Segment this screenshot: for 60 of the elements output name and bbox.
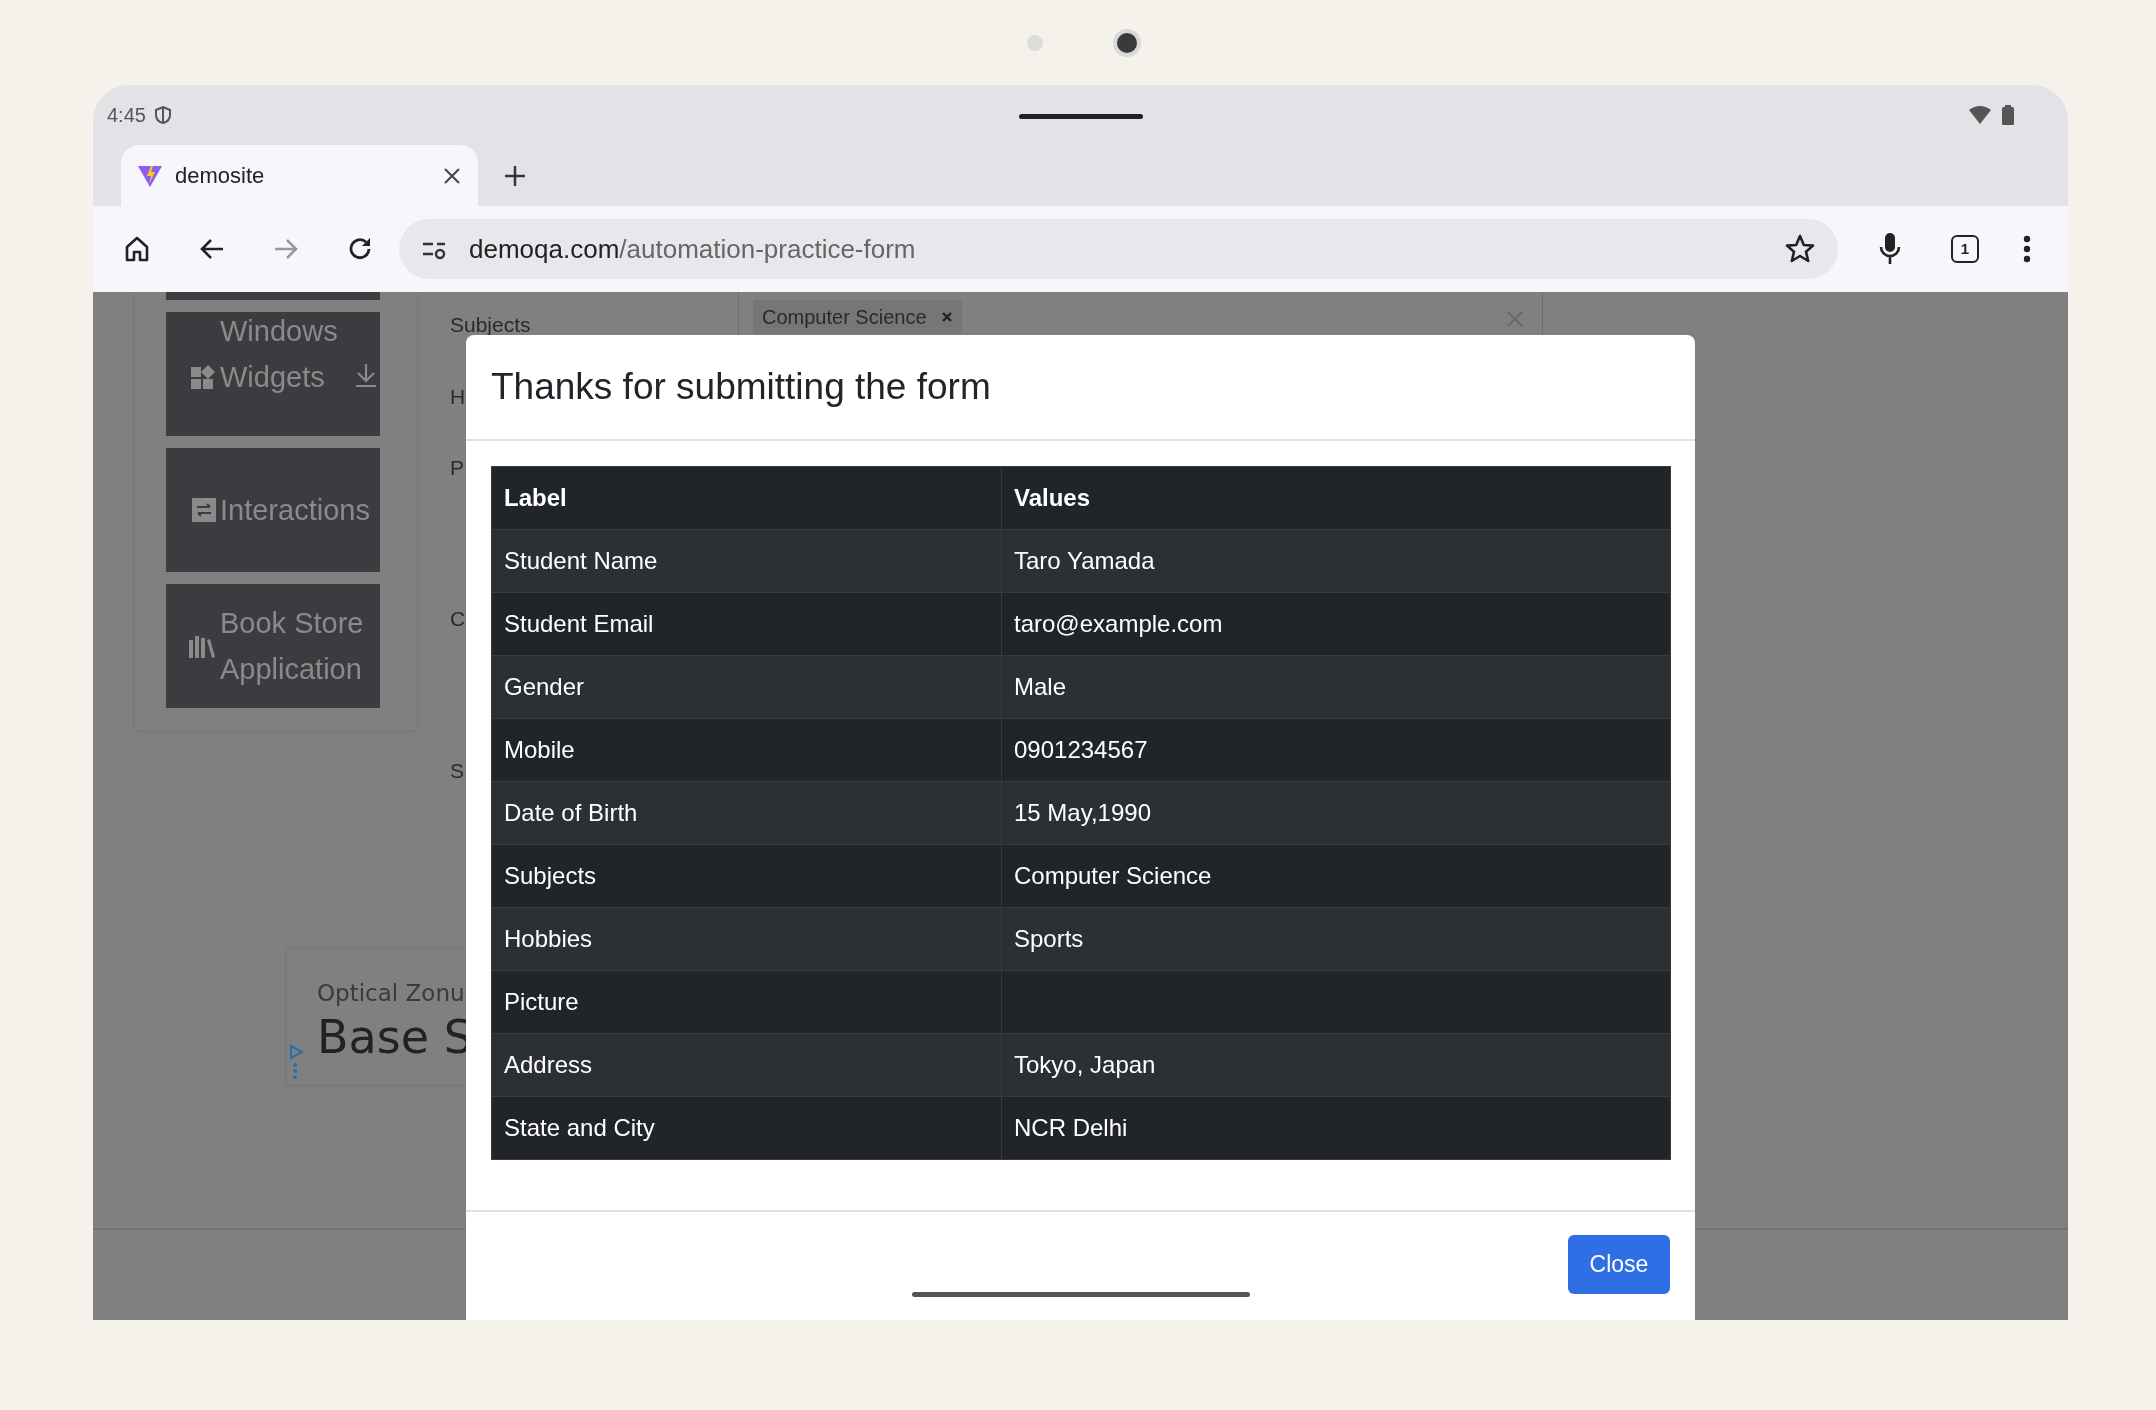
menu-label: Widgets [220, 360, 326, 395]
home-icon[interactable] [123, 235, 151, 263]
battery-icon [2002, 105, 2014, 125]
close-icon[interactable] [442, 165, 462, 186]
url-text: demoqa.com/automation-practice-form [469, 232, 916, 266]
table-cell: Gender [491, 655, 1002, 719]
column-header: Label [491, 466, 1002, 530]
download-icon [354, 362, 378, 388]
table-cell: Student Email [491, 592, 1002, 656]
table-cell: Sports [1001, 907, 1671, 971]
field-label: C [450, 605, 466, 632]
ad-advertiser: Optical Zonu [317, 979, 466, 1008]
books-icon [188, 634, 216, 658]
table-cell: Student Name [491, 529, 1002, 593]
table-cell: State and City [491, 1096, 1002, 1160]
remove-icon[interactable] [940, 311, 953, 323]
table-cell: Computer Science [1001, 844, 1671, 908]
sidebar-item[interactable]: Interactions [166, 448, 380, 572]
table-cell: Tokyo, Japan [1001, 1033, 1671, 1097]
menu-label: Interactions [220, 493, 370, 528]
camera-lens [1113, 28, 1141, 57]
modal-title: Thanks for submitting the form [491, 365, 991, 410]
sidebar-item[interactable]: Windows Widgets [166, 312, 380, 436]
browser-tab[interactable]: demosite [121, 145, 478, 206]
wifi-icon [1968, 105, 1992, 125]
table-cell: Mobile [491, 718, 1002, 782]
column-header: Values [1001, 466, 1671, 530]
menu-icon[interactable] [2023, 235, 2031, 263]
field-label: P [450, 455, 464, 481]
tag-label: Computer Science [762, 305, 927, 330]
table-cell: Hobbies [491, 907, 1002, 971]
table-cell: Taro Yamada [1001, 529, 1671, 593]
swap-icon [192, 498, 216, 522]
address-bar[interactable]: demoqa.com/automation-practice-form [399, 219, 1838, 279]
table-cell: 0901234567 [1001, 718, 1671, 782]
table-cell: Address [491, 1033, 1002, 1097]
table-cell: Male [1001, 655, 1671, 719]
table-cell: NCR Delhi [1001, 1096, 1671, 1160]
close-button[interactable]: Close [1568, 1235, 1670, 1294]
table-cell: taro@example.com [1001, 592, 1671, 656]
tab-switcher-button[interactable]: 1 [1951, 235, 1979, 263]
logo-icon [137, 163, 163, 188]
status-time: 4:45 [107, 103, 146, 128]
field-label: H [450, 383, 466, 410]
menu-label: Windows [220, 314, 338, 349]
star-icon[interactable] [1784, 233, 1816, 265]
grid-icon [190, 364, 216, 390]
microphone-icon[interactable] [1878, 232, 1902, 266]
shield-icon [153, 105, 172, 125]
table-cell: Subjects [491, 844, 1002, 908]
table-cell: Date of Birth [491, 781, 1002, 845]
menu-label: Book Store [220, 606, 364, 641]
field-label: S [450, 758, 464, 784]
table-cell: Picture [491, 970, 1002, 1034]
new-tab-icon[interactable] [503, 164, 527, 188]
menu-label: Application [220, 652, 363, 687]
sidebar-item[interactable]: Book Store Application [166, 584, 380, 708]
tab-title: demosite [175, 162, 265, 190]
field-label: Subjects [450, 312, 531, 338]
table-cell: 15 May,1990 [1001, 781, 1671, 845]
